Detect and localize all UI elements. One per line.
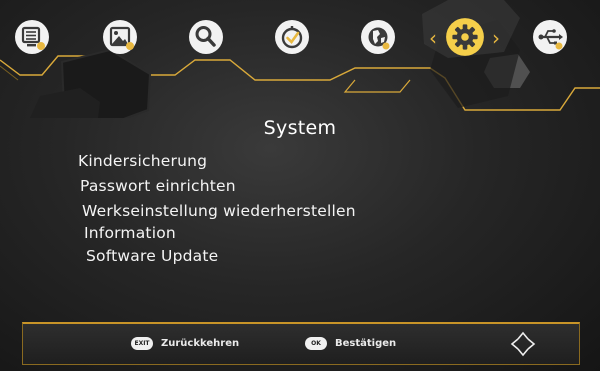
- help-bar: EXIT Zurückkehren OK Bestätigen: [22, 322, 580, 365]
- navigation-arrows-icon: [510, 331, 536, 357]
- menu-item-werkseinstellung[interactable]: Werkseinstellung wiederherstellen: [82, 202, 356, 220]
- confirm-hint[interactable]: OK Bestätigen: [305, 337, 396, 350]
- right-arrow-icon[interactable]: ›: [492, 26, 500, 50]
- confirm-label: Bestätigen: [335, 338, 397, 349]
- menu-item-software-update[interactable]: Software Update: [86, 247, 218, 265]
- menu-item-passwort[interactable]: Passwort einrichten: [80, 177, 236, 195]
- tv-list-icon[interactable]: [12, 17, 52, 57]
- left-arrow-icon[interactable]: ‹: [429, 26, 437, 50]
- ok-key-icon: OK: [305, 337, 327, 350]
- clock-check-icon[interactable]: [272, 17, 312, 57]
- globe-icon[interactable]: [358, 17, 398, 57]
- usb-icon[interactable]: [530, 17, 570, 57]
- gear-icon[interactable]: [444, 16, 486, 58]
- page-title: System: [263, 117, 337, 139]
- menu-item-information[interactable]: Information: [84, 224, 176, 242]
- top-menu-bar: ‹ ›: [0, 0, 600, 118]
- back-label: Zurückkehren: [161, 338, 240, 349]
- menu-item-kindersicherung[interactable]: Kindersicherung: [78, 152, 207, 170]
- search-icon[interactable]: [186, 17, 226, 57]
- exit-key-icon: EXIT: [131, 337, 153, 350]
- back-hint[interactable]: EXIT Zurückkehren: [131, 337, 239, 350]
- picture-icon[interactable]: [100, 17, 140, 57]
